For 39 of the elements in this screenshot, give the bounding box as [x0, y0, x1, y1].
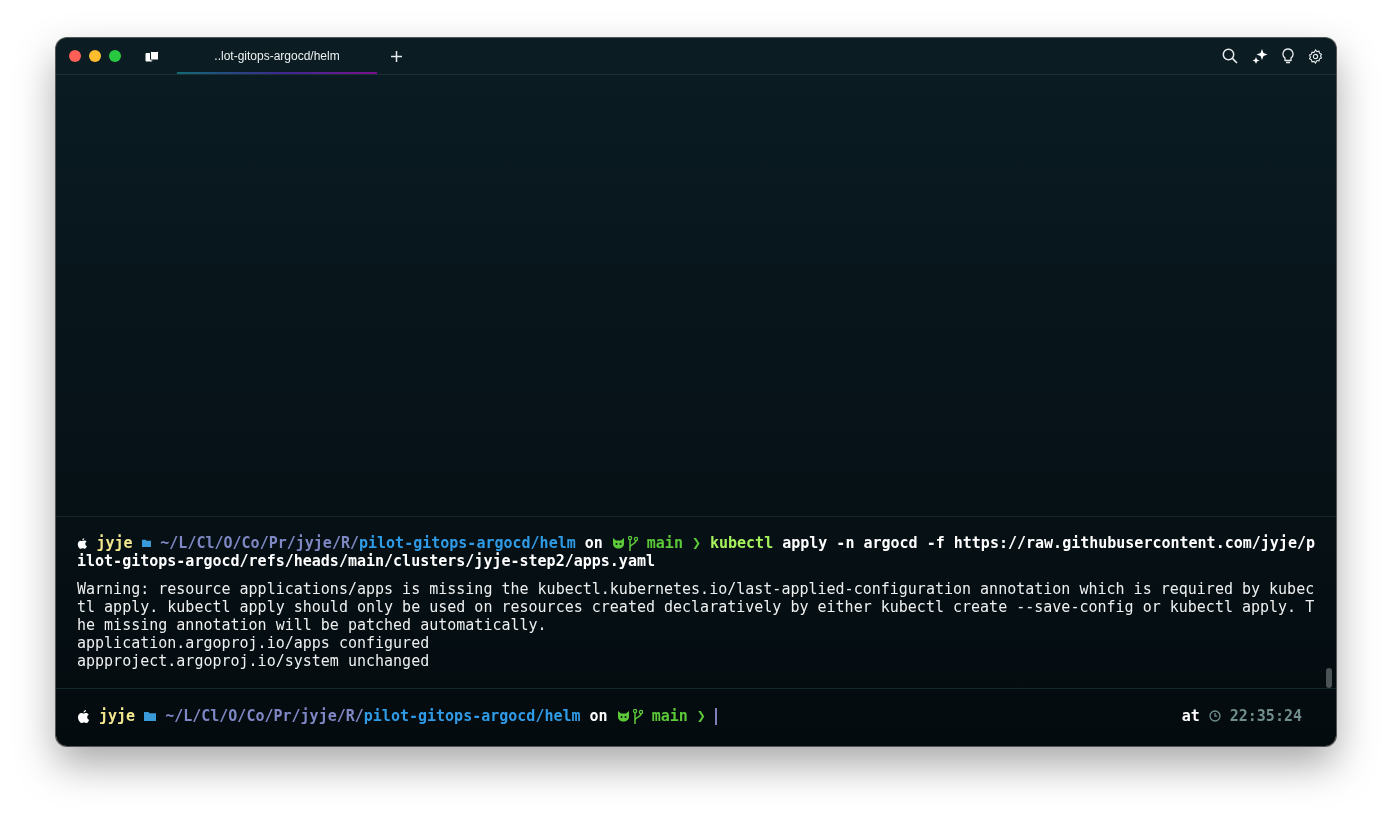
prompt-branch: main [646, 534, 683, 552]
output-line: he missing annotation will be patched automatically. [77, 616, 548, 634]
zoom-button[interactable] [109, 50, 121, 62]
prompt-user: jyje [96, 534, 133, 552]
folder-icon [141, 538, 152, 548]
prompt-symbol: ❯ [691, 534, 701, 552]
prompt-on: on [589, 707, 608, 725]
new-tab-icon[interactable] [391, 50, 402, 62]
apple-icon [77, 708, 90, 724]
output-line: application.argoproj.io/apps configured [77, 634, 431, 652]
prompt-path: ~/L/Cl/O/Co/Pr/jyje/R/pilot-gitops-argocd/helm [160, 534, 576, 552]
output-line: Warning: resource applications/apps is missing the kubectl.kubernetes.io/last-applied-configuration annotation which is required by kubec [77, 580, 1315, 598]
cat-icon [616, 710, 630, 722]
sparkle-icon[interactable] [1252, 48, 1268, 64]
command-args: apply -n argocd -f https://raw.githubusercontent.com/jyje/p [782, 534, 1315, 552]
prompt-branch: main [651, 707, 688, 725]
prompt-on: on [584, 534, 603, 552]
tabs-icon[interactable] [145, 50, 159, 62]
branch-icon [632, 708, 643, 724]
prompt-path: ~/L/Cl/O/Co/Pr/jyje/R/pilot-gitops-argocd/helm [165, 707, 581, 725]
clock-icon [1208, 710, 1221, 722]
branch-icon [627, 535, 638, 551]
output-line: tl apply. kubectl apply should only be used on resources created declaratively by either kubectl create --save-config or kubectl apply. T [77, 598, 1315, 616]
folder-icon [144, 711, 157, 721]
close-button[interactable] [69, 50, 81, 62]
command-args: ilot-gitops-argocd/refs/heads/main/clusters/jyje-step2/apps.yaml [77, 552, 655, 570]
prompt-user: jyje [99, 707, 136, 725]
output-line: appproject.argoproj.io/system unchanged [77, 652, 431, 670]
scrollbar-thumb[interactable] [1326, 668, 1332, 688]
cat-icon [611, 537, 625, 549]
settings-icon[interactable] [1308, 48, 1323, 64]
prompt-at: at [1181, 707, 1200, 725]
command-name: kubectl [709, 534, 774, 552]
search-icon[interactable] [1222, 48, 1238, 64]
lightbulb-icon[interactable] [1282, 48, 1294, 64]
text-cursor [714, 707, 717, 725]
minimize-button[interactable] [89, 50, 101, 62]
prompt-symbol: ❯ [696, 707, 706, 725]
prompt-time: 22:35:24 [1229, 707, 1302, 725]
